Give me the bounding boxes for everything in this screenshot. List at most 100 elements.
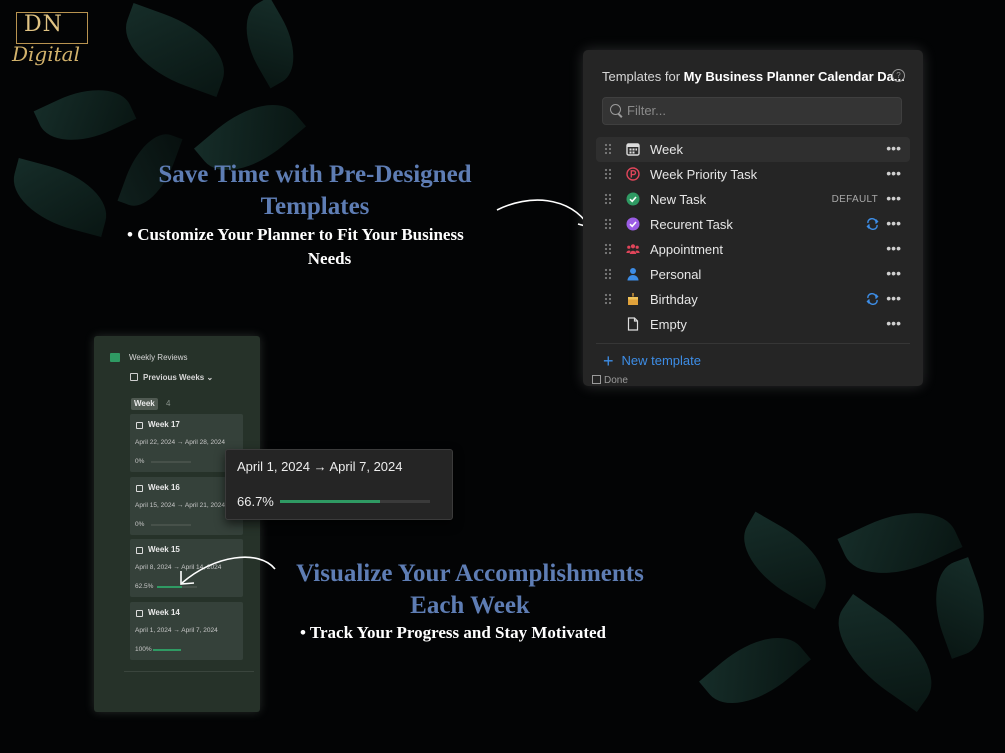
progress-bar: [151, 461, 191, 463]
logo-script: Digital: [12, 42, 80, 66]
purple-check-circle-icon: [626, 217, 640, 231]
default-badge: DEFAULT: [831, 194, 878, 205]
logo-monogram: DN: [24, 12, 63, 37]
week-card-dates: April 22, 2024 → April 28, 2024: [135, 439, 225, 446]
week-card-percent: 62.5%: [135, 583, 154, 590]
weekly-reviews-panel: Weekly Reviews Previous Weeks ⌄ Week 4 W…: [94, 336, 260, 712]
tooltip-progress-bar: [280, 500, 430, 503]
cake-icon: [628, 293, 638, 305]
promo-top-bullet: • Customize Your Planner to Fit Your Bus…: [127, 223, 532, 271]
tooltip-dates: April 1, 2024 → April 7, 2024: [237, 459, 403, 474]
calendar-icon: [136, 485, 143, 492]
promo-top-bullet-line2: Needs: [307, 249, 352, 268]
done-peek-label: Done: [604, 375, 628, 386]
tooltip-progress-fill: [280, 500, 381, 503]
template-row-new-task[interactable]: New Task DEFAULT •••: [596, 187, 910, 212]
priority-p-icon: [626, 167, 640, 181]
calendar-icon: [130, 373, 138, 381]
promo-bottom-headline: Visualize Your Accomplishments Each Week: [280, 558, 660, 622]
brand-logo: DN Digital: [12, 10, 92, 70]
document-icon: [627, 317, 639, 331]
curved-arrow-icon: [180, 556, 276, 585]
promo-top-headline-line1: Save Time with Pre-Designed: [158, 161, 472, 188]
template-label: New Task: [650, 192, 707, 207]
template-row-appointment[interactable]: Appointment •••: [596, 237, 910, 262]
promo-top-headline: Save Time with Pre-Designed Templates: [130, 159, 500, 223]
panel-divider: [596, 343, 910, 344]
check-circle-icon: [626, 192, 640, 206]
calendar-icon: [136, 610, 143, 617]
curved-arrow-icon: [496, 199, 591, 229]
templates-title-database: My Business Planner Calendar Da...: [683, 69, 905, 84]
progress-bar: [151, 524, 191, 526]
drag-handle-icon[interactable]: [604, 168, 611, 180]
search-icon: [610, 104, 621, 115]
template-row-week-priority-task[interactable]: Week Priority Task •••: [596, 162, 910, 187]
more-options-icon[interactable]: •••: [886, 187, 901, 210]
drag-handle-icon[interactable]: [604, 218, 611, 230]
template-row-empty[interactable]: Empty •••: [596, 312, 910, 337]
week-card-percent: 0%: [135, 458, 145, 465]
repeat-icon: [866, 293, 879, 305]
week-card-percent: 100%: [135, 646, 152, 653]
calendar-icon: [626, 143, 640, 156]
more-options-icon[interactable]: •••: [886, 287, 901, 310]
week-card-dates: April 1, 2024 → April 7, 2024: [135, 627, 218, 634]
template-label: Appointment: [650, 242, 723, 257]
templates-list: Week ••• Week Priority Task ••• New Task…: [596, 137, 910, 337]
drag-handle-icon[interactable]: [604, 268, 611, 280]
plus-icon: +: [603, 351, 614, 371]
more-options-icon[interactable]: •••: [886, 162, 901, 185]
progress-bar: [153, 649, 181, 651]
view-selector[interactable]: Previous Weeks ⌄: [143, 373, 213, 382]
leaves-decoration-bottom-right: [675, 492, 1005, 753]
more-options-icon[interactable]: •••: [886, 262, 901, 285]
more-options-icon[interactable]: •••: [886, 212, 901, 235]
week-card-title: Week 17: [148, 420, 180, 429]
question-circle-icon[interactable]: ?: [892, 69, 905, 82]
filter-input[interactable]: [627, 98, 887, 124]
template-label: Recurent Task: [650, 217, 733, 232]
filter-box[interactable]: [602, 97, 902, 125]
templates-panel: Templates for My Business Planner Calend…: [583, 50, 923, 386]
progress-fill: [153, 649, 181, 651]
promo-top-headline-line2: Templates: [260, 193, 370, 220]
group-header: Week: [131, 398, 158, 410]
calendar-icon: [136, 547, 143, 554]
chevron-down-icon: ⌄: [206, 373, 214, 382]
weekly-reviews-title: Weekly Reviews: [129, 353, 188, 362]
template-label: Empty: [650, 317, 687, 332]
new-template-label: New template: [621, 353, 701, 368]
repeat-icon: [866, 218, 879, 230]
view-selector-label: Previous Weeks: [143, 373, 205, 382]
template-label: Personal: [650, 267, 702, 282]
drag-handle-icon[interactable]: [604, 293, 611, 305]
week-card-dates: April 15, 2024 → April 21, 2024: [135, 502, 225, 509]
background-done-peek: Done: [592, 375, 628, 386]
template-row-week[interactable]: Week •••: [596, 137, 910, 162]
template-row-personal[interactable]: Personal •••: [596, 262, 910, 287]
promo-bottom-headline-line2: Each Week: [410, 592, 530, 619]
checkbox-icon: [592, 375, 601, 384]
templates-title-prefix: Templates for: [602, 69, 684, 84]
week-card-title: Week 16: [148, 483, 180, 492]
tooltip-percent: 66.7%: [237, 494, 274, 509]
template-label: Week: [650, 142, 683, 157]
templates-panel-title: Templates for My Business Planner Calend…: [602, 69, 905, 84]
template-label: Week Priority Task: [650, 167, 758, 182]
group-count: 4: [166, 399, 171, 408]
template-row-birthday[interactable]: Birthday •••: [596, 287, 910, 312]
promo-bottom-bullet: • Track Your Progress and Stay Motivated: [300, 621, 670, 645]
more-options-icon[interactable]: •••: [886, 237, 901, 260]
week-progress-tooltip: April 1, 2024 → April 7, 2024 66.7%: [225, 449, 453, 520]
new-template-button[interactable]: + New template: [603, 352, 701, 370]
drag-handle-icon[interactable]: [604, 143, 611, 155]
template-row-recurent-task[interactable]: Recurent Task •••: [596, 212, 910, 237]
drag-handle-icon[interactable]: [604, 193, 611, 205]
more-options-icon[interactable]: •••: [886, 137, 901, 160]
calendar-icon: [136, 422, 143, 429]
drag-handle-icon[interactable]: [604, 243, 611, 255]
week-card[interactable]: Week 14 April 1, 2024 → April 7, 2024 10…: [130, 602, 243, 660]
more-options-icon[interactable]: •••: [886, 312, 901, 335]
promo-top-bullet-line1: • Customize Your Planner to Fit Your Bus…: [127, 225, 464, 244]
